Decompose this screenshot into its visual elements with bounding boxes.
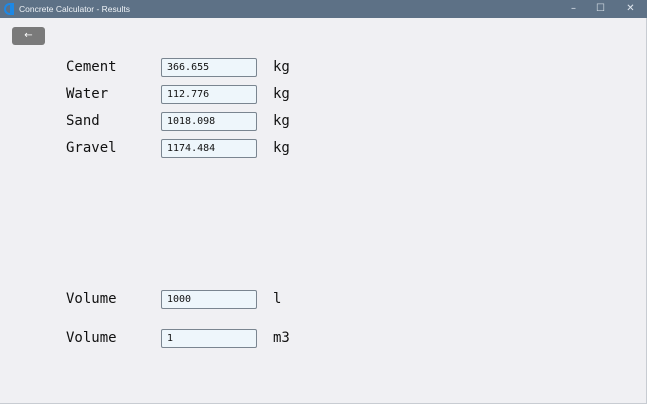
back-arrow-icon: ←: [24, 30, 33, 41]
minimize-button[interactable]: –: [560, 0, 587, 18]
back-button[interactable]: ←: [12, 27, 45, 45]
water-label: Water: [66, 86, 109, 102]
volume-cubic-label: Volume: [66, 330, 117, 346]
gravel-unit: kg: [273, 140, 290, 156]
volume-cubic-field[interactable]: [161, 329, 257, 348]
sand-unit: kg: [273, 113, 290, 129]
cement-field[interactable]: [161, 58, 257, 77]
gravel-field[interactable]: [161, 139, 257, 158]
close-button[interactable]: ✕: [617, 0, 644, 18]
volume-liters-label: Volume: [66, 291, 117, 307]
cement-unit: kg: [273, 59, 290, 75]
water-unit: kg: [273, 86, 290, 102]
app-icon: [4, 3, 14, 15]
gravel-label: Gravel: [66, 140, 117, 156]
volume-cubic-unit: m3: [273, 330, 290, 346]
maximize-button[interactable]: ☐: [587, 0, 614, 18]
volume-liters-field[interactable]: [161, 290, 257, 309]
sand-field[interactable]: [161, 112, 257, 131]
cement-label: Cement: [66, 59, 117, 75]
water-field[interactable]: [161, 85, 257, 104]
volume-liters-unit: l: [273, 291, 282, 307]
window-title: Concrete Calculator - Results: [19, 4, 131, 14]
sand-label: Sand: [66, 113, 100, 129]
title-bar: Concrete Calculator - Results – ☐ ✕: [0, 0, 647, 18]
